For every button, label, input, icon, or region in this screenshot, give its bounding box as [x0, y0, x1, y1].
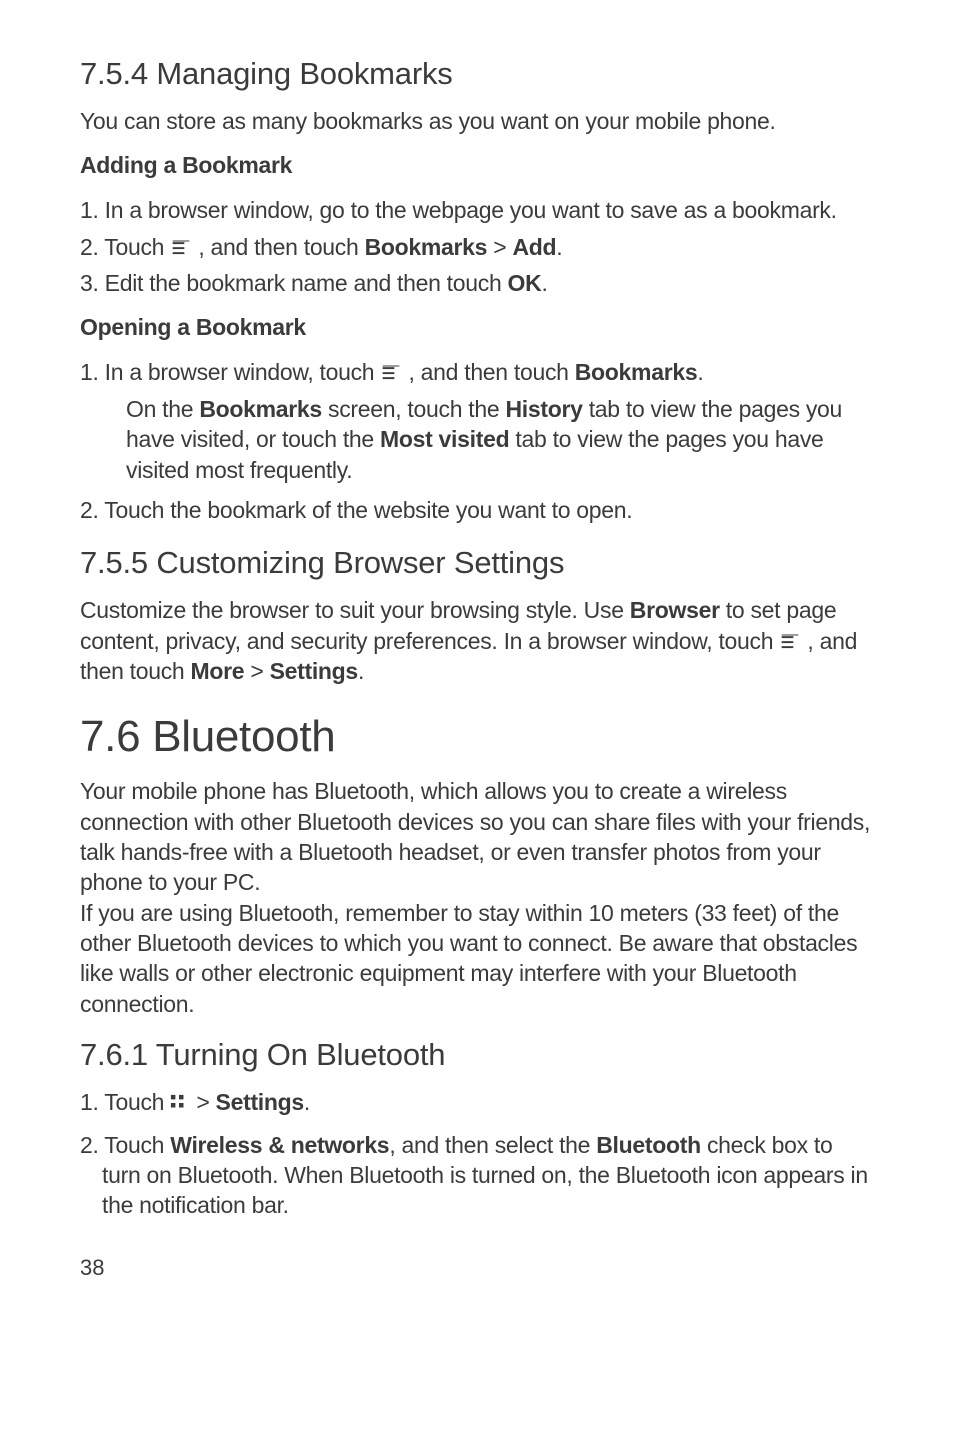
subheading-opening-bookmark: Opening a Bookmark	[80, 314, 874, 341]
text: 3. Edit the bookmark name and then touch	[80, 270, 508, 296]
text: , and then touch	[402, 359, 574, 385]
text: On the	[126, 396, 199, 422]
text: 1. Touch	[80, 1089, 170, 1115]
intro-754: You can store as many bookmarks as you w…	[80, 106, 874, 136]
text: screen, touch the	[322, 396, 506, 422]
subheading-adding-bookmark: Adding a Bookmark	[80, 152, 874, 179]
more-label: More	[191, 658, 245, 684]
menu-icon	[779, 632, 801, 652]
adding-step-1: 1. In a browser window, go to the webpag…	[80, 195, 874, 225]
opening-note: On the Bookmarks screen, touch the Histo…	[126, 394, 874, 485]
text: .	[556, 234, 562, 260]
adding-step-3: 3. Edit the bookmark name and then touch…	[80, 268, 874, 298]
text: , and then select the	[389, 1132, 596, 1158]
turning-on-step-1: 1. Touch > Settings.	[80, 1087, 874, 1117]
bookmarks-label: Bookmarks	[365, 234, 488, 260]
text: .	[541, 270, 547, 296]
text: >	[487, 234, 512, 260]
most-visited-label: Most visited	[380, 426, 509, 452]
text: Customize the browser to suit your brows…	[80, 597, 630, 623]
menu-icon	[380, 363, 402, 383]
page-number: 38	[80, 1255, 874, 1281]
bluetooth-label: Bluetooth	[596, 1132, 701, 1158]
text: , and then touch	[192, 234, 364, 260]
heading-761: 7.6.1 Turning On Bluetooth	[80, 1037, 874, 1073]
settings-label: Settings	[270, 658, 358, 684]
browser-label: Browser	[630, 597, 720, 623]
text: .	[358, 658, 364, 684]
text: .	[697, 359, 703, 385]
heading-754: 7.5.4 Managing Bookmarks	[80, 56, 874, 92]
text: >	[244, 658, 269, 684]
bookmarks-label: Bookmarks	[575, 359, 698, 385]
opening-step-2: 2. Touch the bookmark of the website you…	[80, 495, 874, 525]
turning-on-step-2: 2. Touch Wireless & networks, and then s…	[80, 1130, 874, 1221]
text: .	[304, 1089, 310, 1115]
manual-page: 7.5.4 Managing Bookmarks You can store a…	[0, 0, 954, 1321]
customize-paragraph: Customize the browser to suit your brows…	[80, 595, 874, 686]
apps-icon	[170, 1094, 190, 1112]
text: >	[190, 1089, 215, 1115]
text: 2. Touch	[80, 1132, 170, 1158]
settings-label: Settings	[216, 1089, 304, 1115]
text: 2. Touch	[80, 234, 170, 260]
wireless-networks-label: Wireless & networks	[170, 1132, 389, 1158]
text: 1. In a browser window, touch	[80, 359, 380, 385]
ok-label: OK	[508, 270, 542, 296]
bluetooth-paragraph: Your mobile phone has Bluetooth, which a…	[80, 776, 874, 1019]
add-label: Add	[512, 234, 556, 260]
adding-step-2: 2. Touch , and then touch Bookmarks > Ad…	[80, 232, 874, 262]
opening-step-1: 1. In a browser window, touch , and then…	[80, 357, 874, 387]
history-label: History	[505, 396, 582, 422]
heading-755: 7.5.5 Customizing Browser Settings	[80, 545, 874, 581]
menu-icon	[170, 238, 192, 258]
bookmarks-label: Bookmarks	[199, 396, 322, 422]
heading-76: 7.6 Bluetooth	[80, 712, 874, 762]
